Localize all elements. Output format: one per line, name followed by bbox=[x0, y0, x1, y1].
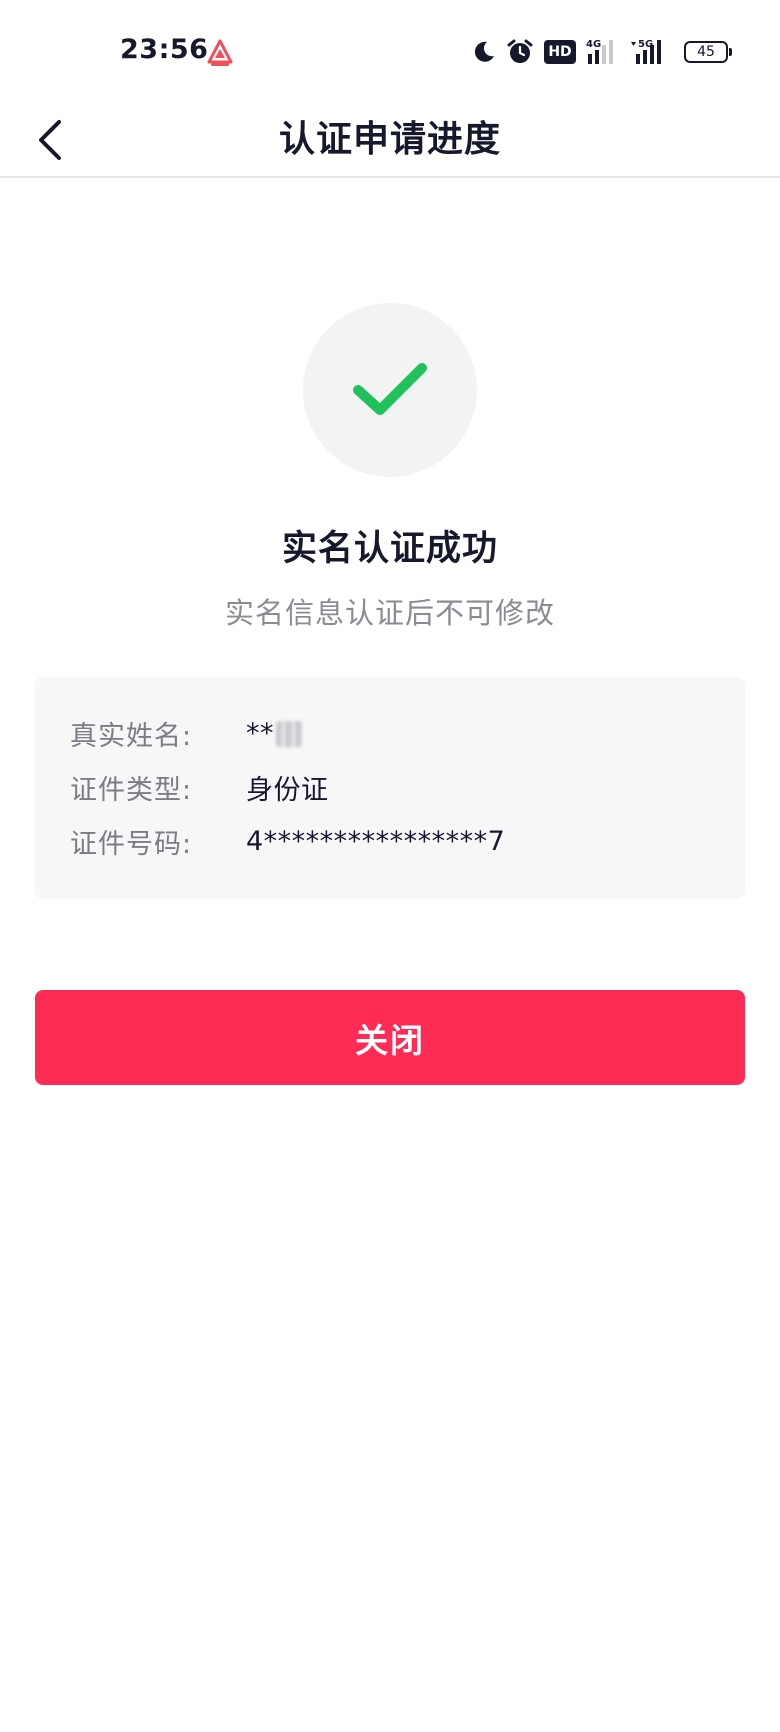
back-button[interactable] bbox=[20, 110, 80, 170]
page-title: 认证申请进度 bbox=[278, 119, 501, 160]
close-button[interactable]: 关闭 bbox=[35, 990, 745, 1085]
hd-icon: HD bbox=[544, 40, 576, 64]
status-time: 23:56 bbox=[120, 34, 209, 65]
success-subtitle: 实名信息认证后不可修改 bbox=[224, 596, 555, 630]
info-label: 证件号码: bbox=[70, 828, 193, 860]
moon-icon bbox=[474, 41, 494, 62]
status-icons: HD 4G 5G 45 bbox=[472, 36, 732, 68]
auth-progress-screen: 23:56 HD 4G 5G 45 认证申请进度 实名认证成功 实名信息认证后不… bbox=[0, 0, 780, 1732]
chevron-left-icon bbox=[39, 120, 61, 160]
info-row-name: 真实姓名: ** bbox=[70, 713, 302, 753]
signal-4g-icon: 4G bbox=[586, 39, 613, 64]
info-row-id-type: 证件类型: 身份证 bbox=[70, 767, 329, 807]
alarm-icon bbox=[507, 39, 533, 63]
id-number-value: 4****************7 bbox=[246, 825, 506, 857]
blurred-text bbox=[276, 721, 302, 747]
triangle-app-icon bbox=[207, 39, 233, 66]
checkmark-icon bbox=[353, 363, 427, 415]
info-label: 证件类型: bbox=[70, 774, 193, 806]
nav-bar: 认证申请进度 bbox=[0, 104, 780, 178]
info-label: 真实姓名: bbox=[70, 720, 193, 752]
identity-info-card: 真实姓名: ** 证件类型: 身份证 证件号码: 4**************… bbox=[35, 677, 745, 899]
success-badge bbox=[303, 303, 477, 477]
status-bar: 23:56 HD 4G 5G 45 bbox=[0, 0, 780, 104]
signal-5g-icon: 5G bbox=[631, 39, 661, 64]
svg-text:4G: 4G bbox=[586, 39, 601, 50]
success-title: 实名认证成功 bbox=[281, 529, 498, 569]
info-value: ** bbox=[246, 718, 302, 749]
real-name-value: ** bbox=[246, 717, 274, 749]
id-type-value: 身份证 bbox=[246, 774, 329, 806]
battery-icon: 45 bbox=[684, 41, 732, 63]
info-row-id-number: 证件号码: 4****************7 bbox=[70, 821, 505, 861]
